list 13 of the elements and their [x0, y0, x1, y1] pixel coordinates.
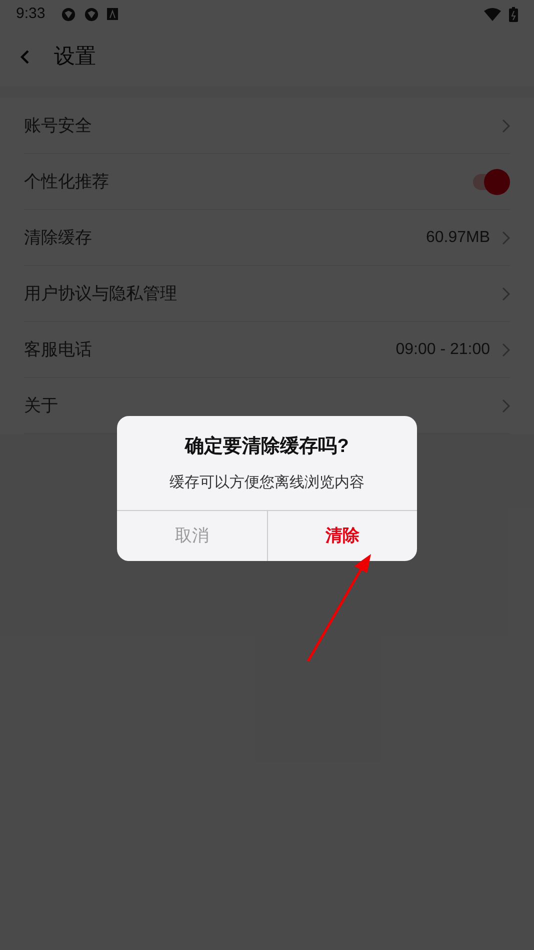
status-time: 9:33 [16, 4, 46, 24]
setting-label: 账号安全 [24, 114, 93, 137]
setting-label: 个性化推荐 [24, 170, 110, 193]
setting-value: 60.97MB [426, 228, 490, 248]
cancel-button[interactable]: 取消 [117, 511, 266, 561]
setting-label: 用户协议与隐私管理 [24, 282, 178, 305]
setting-value: 09:00 - 21:00 [396, 340, 490, 360]
setting-label: 关于 [24, 394, 59, 417]
dialog-title: 确定要清除缓存吗? [185, 434, 349, 459]
page-title: 设置 [54, 44, 96, 70]
dialog-message: 缓存可以方便您离线浏览内容 [170, 472, 364, 492]
setting-label: 清除缓存 [24, 226, 93, 249]
setting-label: 客服电话 [24, 338, 93, 361]
